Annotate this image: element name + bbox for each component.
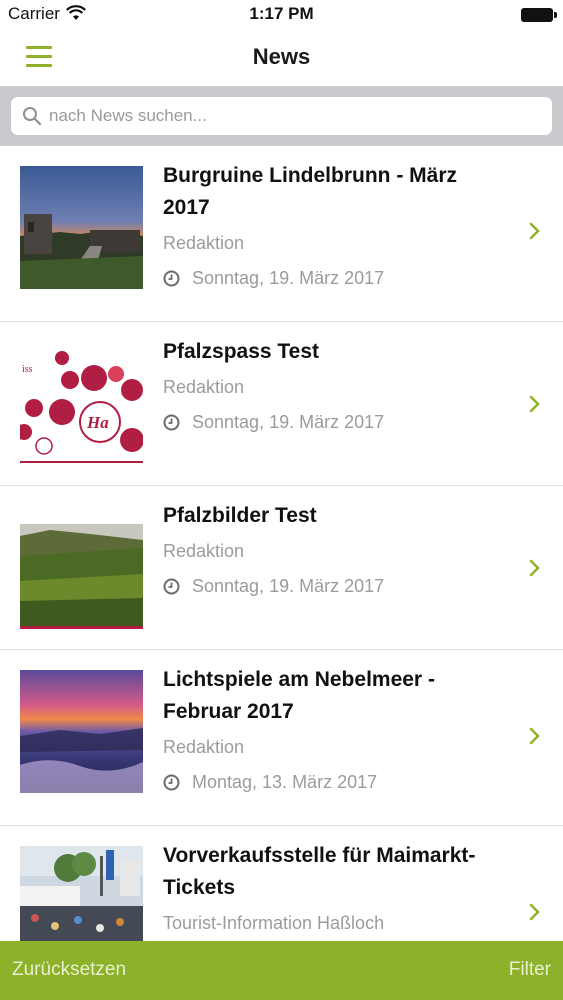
- filter-button[interactable]: Filter: [509, 959, 551, 981]
- chevron-right-icon[interactable]: [529, 222, 541, 240]
- news-author: Redaktion: [163, 377, 245, 397]
- news-date-text: Sonntag, 19. März 2017: [192, 268, 385, 288]
- navigation-bar: News: [0, 30, 563, 86]
- news-title: Vorverkaufsstelle für Maimarkt-Tickets: [163, 844, 476, 899]
- search-field[interactable]: [11, 97, 552, 135]
- page-title: News: [252, 44, 311, 69]
- news-author: Redaktion: [163, 737, 245, 757]
- news-item[interactable]: iss Ha Pfalzspass Test Redaktion Sonntag…: [0, 322, 563, 486]
- search-input[interactable]: [49, 97, 539, 135]
- news-date-text: Montag, 13. März 2017: [192, 772, 378, 792]
- news-date-text: Sonntag, 19. März 2017: [192, 576, 385, 596]
- news-author: Redaktion: [163, 233, 245, 253]
- news-date: Sonntag, 19. März 2017: [163, 411, 503, 433]
- news-title: Pfalzbilder Test: [163, 504, 317, 527]
- chevron-right-icon[interactable]: [529, 727, 541, 745]
- news-title: Pfalzspass Test: [163, 340, 320, 363]
- speech-bubbles-image: iss Ha: [20, 342, 143, 465]
- news-date: Montag, 13. März 2017: [163, 771, 503, 793]
- clock-icon: [163, 270, 180, 286]
- search-icon: [23, 107, 42, 126]
- fair-crowd-image: [20, 846, 143, 941]
- news-date-text: Sonntag, 19. März 2017: [192, 412, 385, 432]
- clock-icon: [163, 414, 180, 430]
- svg-text:iss: iss: [22, 364, 33, 375]
- vineyard-hills-image: [20, 506, 143, 629]
- chevron-right-icon[interactable]: [529, 903, 541, 921]
- reset-button[interactable]: Zurücksetzen: [12, 959, 126, 981]
- news-title: Burgruine Lindelbrunn - März 2017: [163, 164, 457, 219]
- news-item[interactable]: Burgruine Lindelbrunn - März 2017 Redakt…: [0, 146, 563, 322]
- battery-icon: [521, 8, 557, 22]
- news-item[interactable]: Vorverkaufsstelle für Maimarkt-Tickets T…: [0, 826, 563, 941]
- news-date: Sonntag, 19. März 2017: [163, 267, 503, 289]
- news-author: Tourist-Information Haßloch: [163, 913, 385, 933]
- sea-of-fog-image: [20, 670, 143, 793]
- chevron-right-icon[interactable]: [529, 395, 541, 413]
- clock-icon: [163, 578, 180, 594]
- clock-icon: [163, 774, 180, 790]
- news-title: Lichtspiele am Nebelmeer - Februar 2017: [163, 668, 435, 723]
- bottom-toolbar: Zurücksetzen Filter: [0, 941, 563, 1000]
- castle-ruin-image: [20, 166, 143, 289]
- news-list: Burgruine Lindelbrunn - März 2017 Redakt…: [0, 146, 563, 941]
- search-bar: [0, 86, 563, 146]
- status-time: 1:17 PM: [249, 4, 314, 23]
- status-bar: Carrier 1:17 PM: [0, 0, 563, 30]
- chevron-right-icon[interactable]: [529, 559, 541, 577]
- news-item[interactable]: Pfalzbilder Test Redaktion Sonntag, 19. …: [0, 486, 563, 650]
- news-item[interactable]: Lichtspiele am Nebelmeer - Februar 2017 …: [0, 650, 563, 826]
- news-author: Redaktion: [163, 541, 245, 561]
- svg-text:Ha: Ha: [86, 413, 109, 432]
- news-date: Sonntag, 19. März 2017: [163, 575, 503, 597]
